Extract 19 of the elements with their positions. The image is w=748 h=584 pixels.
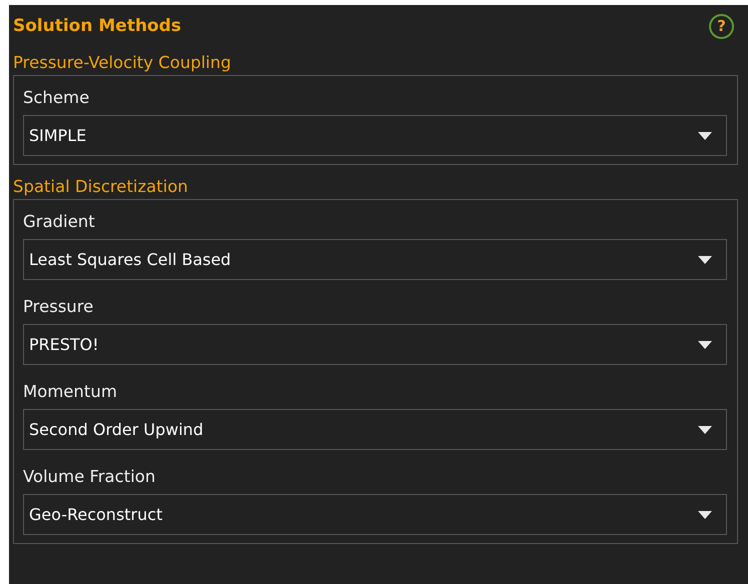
panel-title: Solution Methods <box>13 16 182 36</box>
field-label: Volume Fraction <box>23 467 156 486</box>
caret-icon <box>698 256 712 264</box>
section-title: Pressure-Velocity Coupling <box>13 53 232 72</box>
caret-icon <box>698 426 712 434</box>
dropdown[interactable]: SIMPLE <box>23 115 727 156</box>
caret-icon <box>698 510 712 518</box>
dropdown[interactable]: Least Squares Cell Based <box>23 239 727 280</box>
field-label: Scheme <box>23 88 90 107</box>
dropdown[interactable]: Second Order Upwind <box>23 409 727 450</box>
help-icon[interactable]: ? <box>709 14 734 38</box>
dropdown[interactable]: PRESTO! <box>23 324 727 365</box>
field-label: Pressure <box>23 297 94 316</box>
caret-icon <box>698 340 712 348</box>
dropdown[interactable]: Geo-Reconstruct <box>23 494 727 535</box>
section-title: Spatial Discretization <box>13 177 188 196</box>
field-label: Gradient <box>23 212 95 231</box>
caret-icon <box>698 132 712 140</box>
field-label: Momentum <box>23 382 118 401</box>
